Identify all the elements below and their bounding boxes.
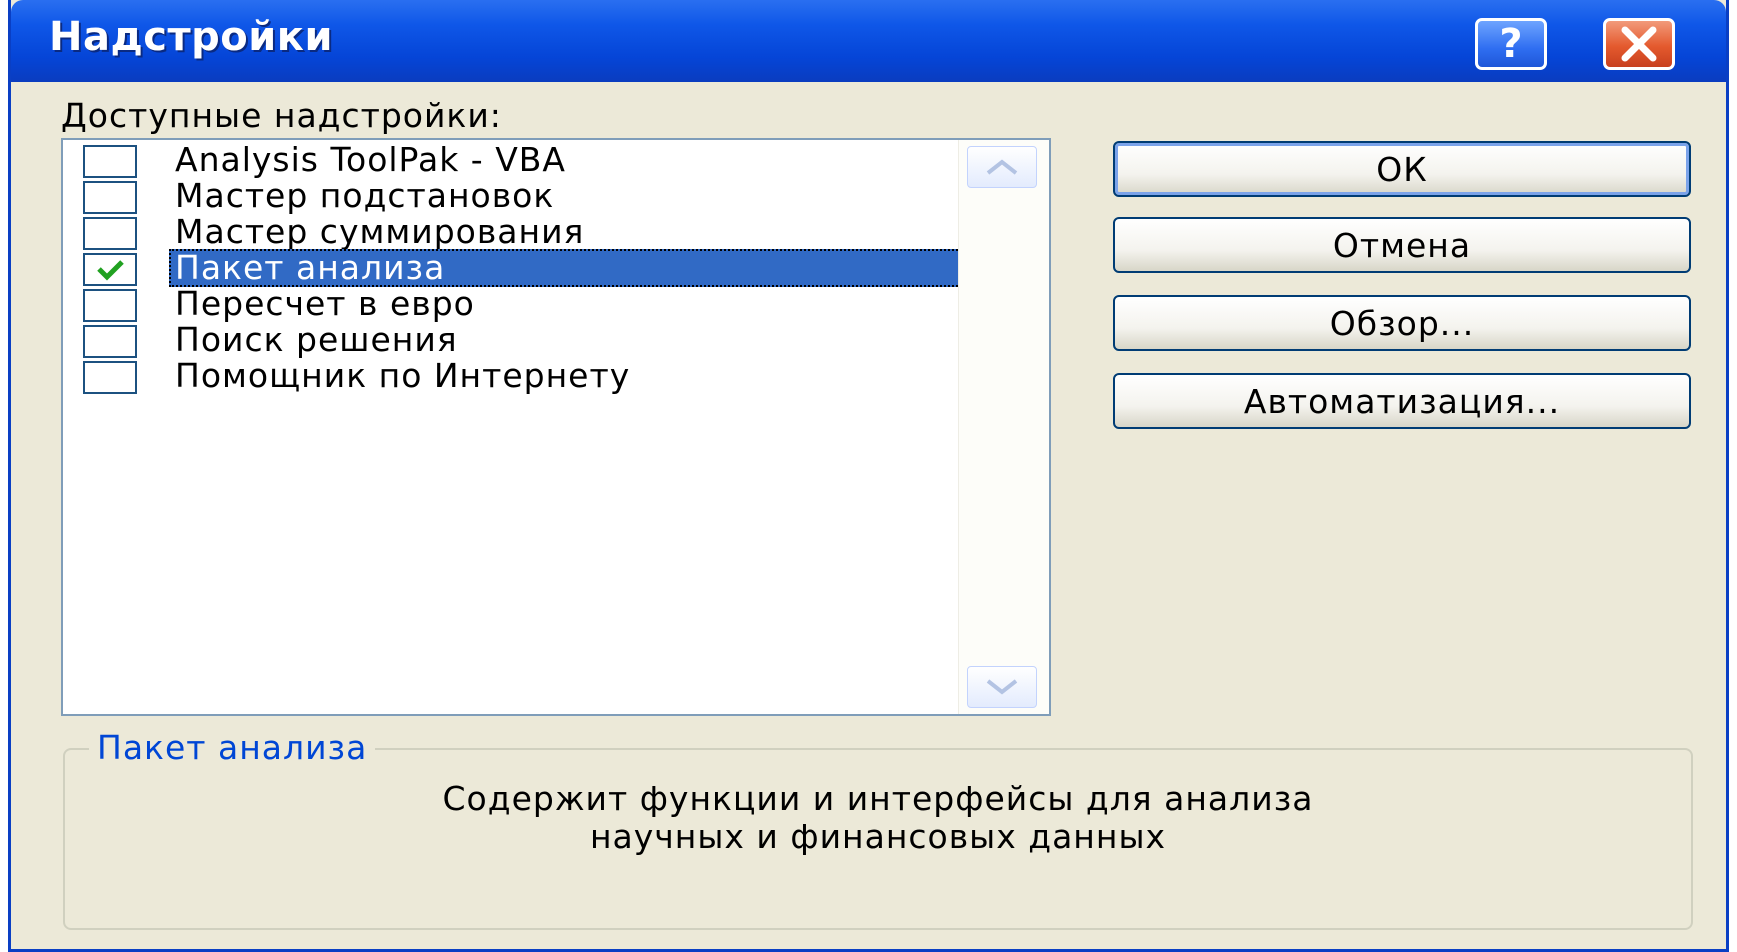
addins-dialog: Надстройки ? Доступные надстройки: Analy… [8, 0, 1729, 952]
list-item[interactable]: Мастер суммирования [73, 212, 953, 252]
checkbox[interactable] [83, 145, 137, 178]
item-label: Поиск решения [175, 320, 458, 359]
browse-button[interactable]: Обзор... [1113, 295, 1691, 351]
cancel-button[interactable]: Отмена [1113, 217, 1691, 273]
list-item[interactable]: Помощник по Интернету [73, 356, 953, 396]
checkbox[interactable] [83, 217, 137, 250]
vertical-scrollbar[interactable] [958, 140, 1049, 714]
item-label: Мастер суммирования [175, 212, 585, 251]
addins-listbox[interactable]: Analysis ToolPak - VBA Мастер подстаново… [61, 138, 1051, 716]
close-icon [1621, 26, 1657, 62]
list-item[interactable]: Поиск решения [73, 320, 953, 360]
description-line-2: научных и финансовых данных [589, 817, 1167, 856]
description-title: Пакет анализа [89, 728, 376, 767]
scroll-down-button[interactable] [967, 666, 1037, 708]
list-item[interactable]: Мастер подстановок [73, 176, 953, 216]
available-addins-label: Доступные надстройки: [61, 96, 502, 135]
scroll-up-button[interactable] [967, 146, 1037, 188]
item-label: Analysis ToolPak - VBA [175, 140, 566, 179]
help-button[interactable]: ? [1475, 18, 1547, 70]
description-text: Содержит функции и интерфейсы для анализ… [63, 780, 1693, 856]
list-item[interactable]: Analysis ToolPak - VBA [73, 140, 953, 180]
item-label: Пересчет в евро [175, 284, 475, 323]
item-label: Пакет анализа [169, 249, 961, 287]
item-label: Помощник по Интернету [175, 356, 631, 395]
chevron-down-icon [986, 679, 1018, 695]
checkbox-checked[interactable] [83, 253, 137, 286]
list-item[interactable]: Пересчет в евро [73, 284, 953, 324]
checkmark-icon [97, 260, 124, 281]
ok-button[interactable]: ОК [1113, 141, 1691, 197]
help-icon: ? [1499, 21, 1523, 67]
list-item-selected[interactable]: Пакет анализа [73, 249, 961, 288]
description-line-1: Содержит функции и интерфейсы для анализ… [442, 779, 1314, 818]
checkbox[interactable] [83, 181, 137, 214]
title-bar[interactable]: Надстройки ? [11, 0, 1726, 82]
checkbox[interactable] [83, 289, 137, 322]
close-button[interactable] [1603, 18, 1675, 70]
automation-button[interactable]: Автоматизация... [1113, 373, 1691, 429]
checkbox[interactable] [83, 325, 137, 358]
checkbox[interactable] [83, 361, 137, 394]
window-title: Надстройки [49, 14, 333, 60]
chevron-up-icon [986, 159, 1018, 175]
item-label: Мастер подстановок [175, 176, 555, 215]
